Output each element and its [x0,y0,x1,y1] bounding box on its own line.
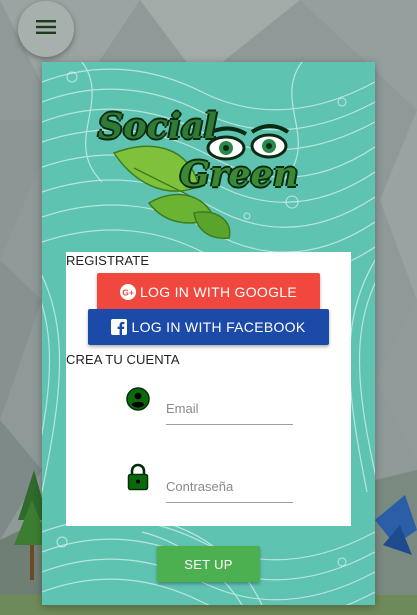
google-plus-icon: G+ [119,283,136,300]
facebook-login-label: LOG IN WITH FACEBOOK [131,319,306,335]
login-card: Social Green REGISTRATE G+ LOG IN WITH G… [42,62,375,605]
svg-text:G+: G+ [122,287,134,297]
password-input[interactable] [166,472,293,500]
email-field[interactable] [166,394,293,425]
social-green-logo: Social Green [94,98,298,266]
facebook-icon [111,319,128,335]
logo-text-green: Green [180,154,299,195]
hamburger-menu-icon [36,19,56,39]
facebook-login-button[interactable]: LOG IN WITH FACEBOOK [88,309,329,345]
email-input[interactable] [166,394,293,422]
password-field[interactable] [166,472,293,503]
google-login-label: LOG IN WITH GOOGLE [139,283,298,300]
lock-icon [126,463,150,491]
logo-text-social: Social [98,106,218,147]
form-panel: REGISTRATE G+ LOG IN WITH GOOGLE LOG IN … [66,252,351,526]
account-circle-icon [126,387,150,413]
create-account-section-title: CREA TU CUENTA [66,352,180,367]
google-login-button[interactable]: G+ LOG IN WITH GOOGLE [97,273,320,310]
register-section-title: REGISTRATE [66,253,150,268]
menu-button[interactable] [18,1,74,57]
setup-button[interactable]: SET UP [157,546,260,582]
